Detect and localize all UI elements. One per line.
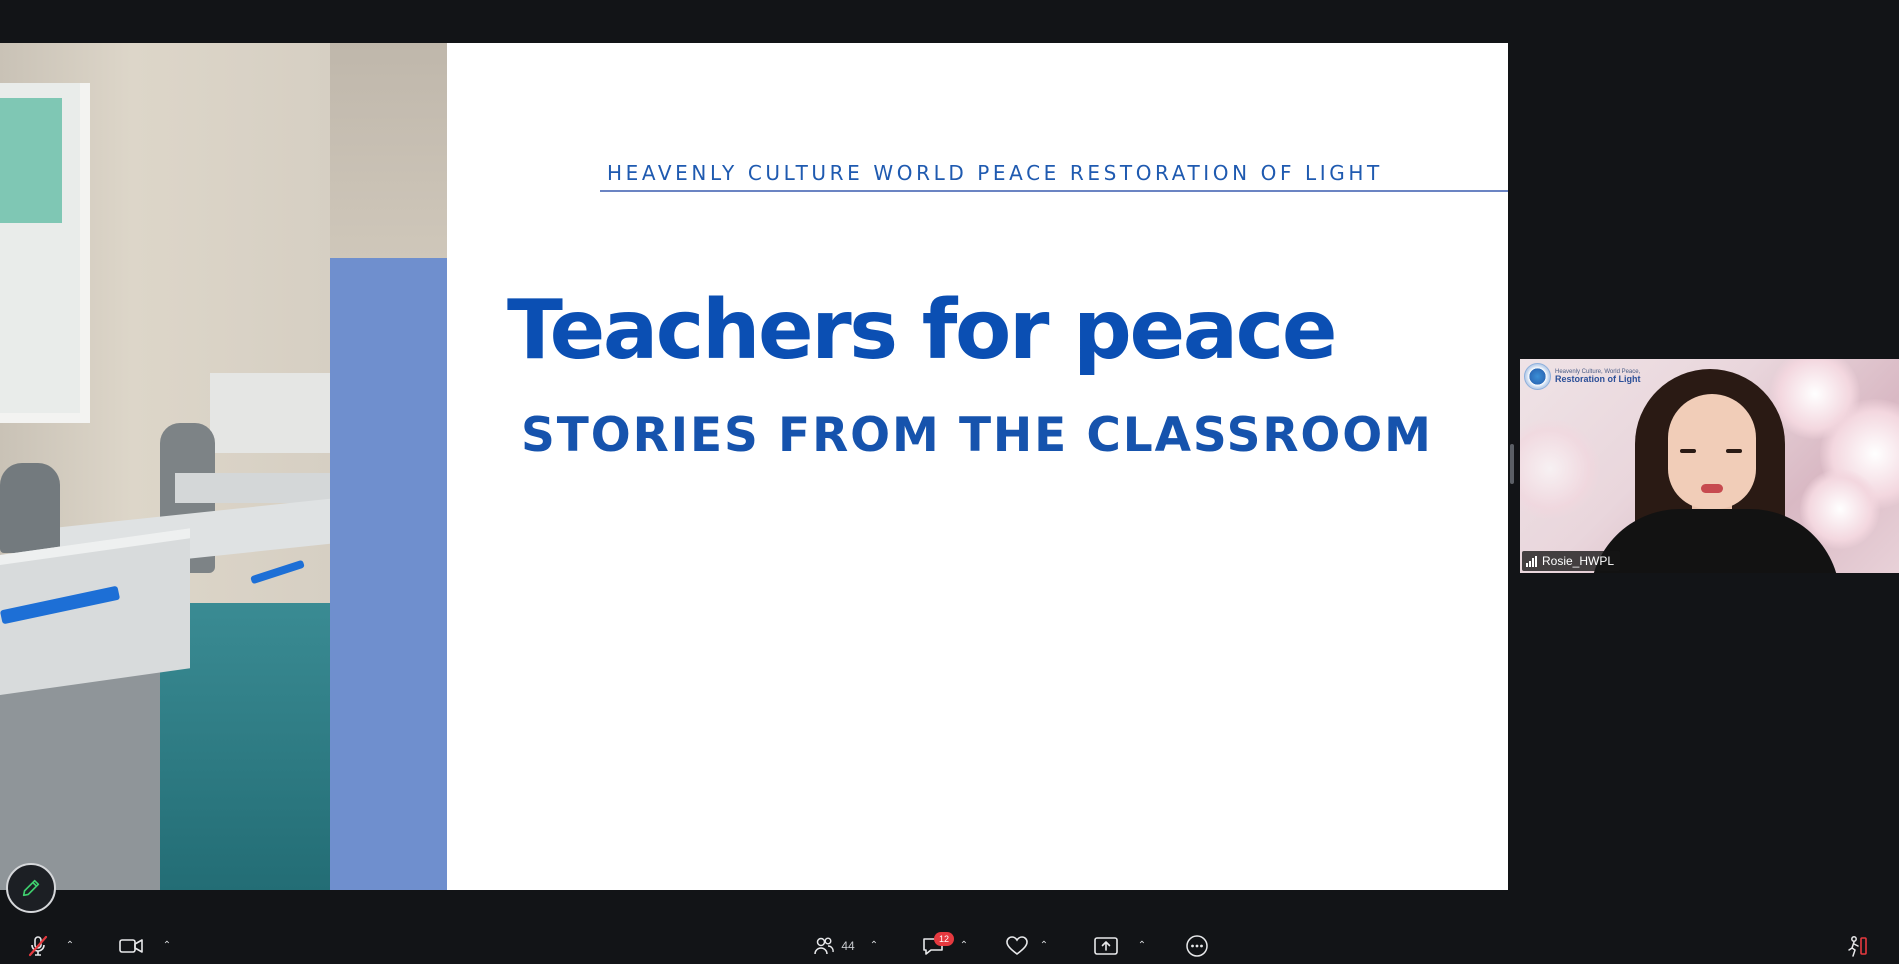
heart-icon [1006,935,1028,955]
shared-screen: HEAVENLY CULTURE WORLD PEACE RESTORATION… [0,43,1508,890]
mute-button[interactable] [22,927,54,964]
globe-logo-icon [1524,363,1551,390]
video-options-caret[interactable]: ⌃ [159,927,175,964]
more-options-icon [1186,934,1208,957]
annotate-button[interactable] [6,863,56,913]
mic-muted-icon [28,935,48,956]
chat-options-caret[interactable]: ⌃ [956,927,972,964]
tile-resize-handle[interactable] [1510,444,1514,484]
slide-subtitle: STORIES FROM THE CLASSROOM [521,408,1433,463]
participant-video-tile[interactable]: Heavenly Culture, World Peace, Restorati… [1520,359,1899,573]
reactions-options-caret[interactable]: ⌃ [1036,927,1052,964]
hwpl-logo: Heavenly Culture, World Peace, Restorati… [1524,363,1641,390]
share-options-caret[interactable]: ⌃ [1134,927,1150,964]
apps-icon [1848,935,1867,957]
slide: HEAVENLY CULTURE WORLD PEACE RESTORATION… [447,43,1508,890]
participants-button[interactable]: 44 [808,927,860,964]
chat-unread-badge: 12 [934,932,954,946]
meeting-toolbar: ⌃ ⌃ 44 ⌃ 12 ⌃ ⌃ ⌃ [0,927,1899,964]
slide-title: Teachers for peace [507,283,1337,378]
slide-header: HEAVENLY CULTURE WORLD PEACE RESTORATION… [607,161,1383,185]
share-screen-icon [1094,936,1118,955]
signal-strength-icon [1526,555,1537,567]
share-screen-button[interactable] [1090,927,1122,964]
apps-button[interactable] [1842,927,1872,964]
reactions-button[interactable] [1001,927,1033,964]
audio-options-caret[interactable]: ⌃ [62,927,78,964]
pencil-icon [22,879,40,897]
video-camera-icon [119,938,143,953]
more-button[interactable] [1182,927,1212,964]
video-button[interactable] [115,927,147,964]
people-icon [814,937,835,954]
slide-divider [600,190,1508,192]
participants-options-caret[interactable]: ⌃ [866,927,882,964]
slide-accent-band [330,258,447,890]
participant-name: Rosie_HWPL [1542,554,1615,568]
participant-name-label: Rosie_HWPL [1522,551,1621,571]
meeting-window: HEAVENLY CULTURE WORLD PEACE RESTORATION… [0,0,1899,964]
participants-count: 44 [841,938,855,953]
